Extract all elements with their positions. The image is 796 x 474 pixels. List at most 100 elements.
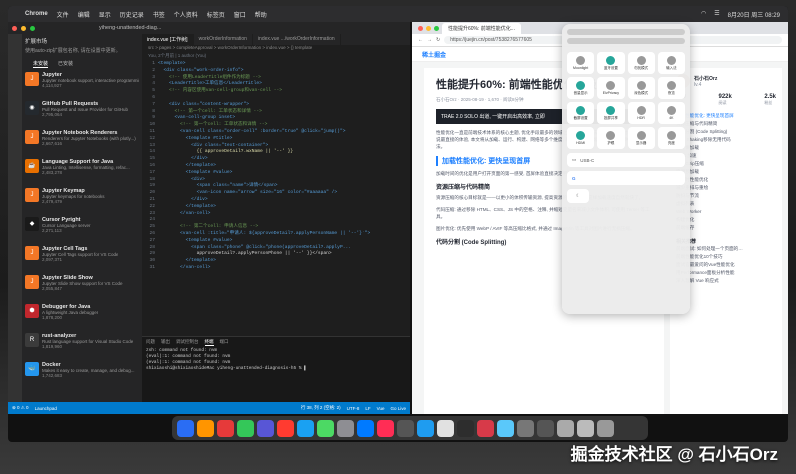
dock-app-icon[interactable] xyxy=(277,419,294,437)
status-language[interactable]: Vue xyxy=(377,406,385,411)
toc-item[interactable]: 资源预加载 xyxy=(676,168,776,176)
dock-app-icon[interactable] xyxy=(197,419,214,437)
list-item[interactable]: 🐳 Docker Makes it easy to create, manage, … xyxy=(25,361,139,386)
close-window-button[interactable] xyxy=(12,25,17,31)
toc-item[interactable]: Web Worker xyxy=(676,208,776,216)
control-tile[interactable]: 音量显示 xyxy=(567,77,595,99)
control-tile[interactable]: 4K xyxy=(657,102,685,124)
list-item[interactable]: ◆ Cursor Pyright Cursor Language server 2,2… xyxy=(25,216,139,241)
dock-app-icon[interactable] xyxy=(457,419,474,437)
panel-tab-ports[interactable]: 端口 xyxy=(220,339,229,346)
list-item[interactable]: ◉ GitHub Pull Requests Pull Request and Is… xyxy=(25,100,139,125)
menu-edit[interactable]: 编辑 xyxy=(78,10,90,19)
dock-app-icon[interactable] xyxy=(557,419,574,437)
toc-item[interactable]: 开启Gzip压缩 xyxy=(676,160,776,168)
dock-app-icon[interactable] xyxy=(217,419,234,437)
status-go-live[interactable]: Go Live xyxy=(390,406,410,411)
toc-item[interactable]: 虚拟列表 xyxy=(676,200,776,208)
author-name[interactable]: 石小石Orz xyxy=(694,75,717,82)
menu-tabs[interactable]: 标签页 xyxy=(207,10,225,19)
control-tile[interactable]: 输入法 xyxy=(657,52,685,74)
toc-item[interactable]: Tree Shaking移除无用代码 xyxy=(676,136,776,144)
status-problems[interactable]: ⊗ 0 ⚠ 0 xyxy=(12,405,29,411)
dock-app-icon[interactable] xyxy=(317,419,334,437)
list-item[interactable]: J Jupyter Keymap Jupyter keymaps for noteb… xyxy=(25,187,139,212)
dock-app-icon[interactable] xyxy=(577,419,594,437)
menu-app-name[interactable]: Chrome xyxy=(25,11,48,17)
list-item[interactable]: J Jupyter Cell Tags Jupyter Cell Tags supp… xyxy=(25,245,139,270)
status-eol[interactable]: LF xyxy=(365,406,370,411)
menu-view[interactable]: 显示 xyxy=(99,10,111,19)
search-row[interactable]: G xyxy=(567,171,685,185)
toc-item[interactable]: 加载性能优化: 更快呈现首屏 xyxy=(676,112,776,120)
list-item[interactable]: J Jupyter Jupyter notebook support, intera… xyxy=(25,71,139,96)
editor-tab[interactable]: index.vue [工作树] xyxy=(142,34,194,45)
zoom-window-button[interactable] xyxy=(30,25,35,31)
dock-app-icon[interactable] xyxy=(597,419,614,437)
toc-item[interactable]: 图片懒加载 xyxy=(676,144,776,152)
toc-item[interactable]: 减少重排与重绘 xyxy=(676,184,776,192)
list-item[interactable]: ⬢ Debugger for Java A lightweight Java deb… xyxy=(25,303,139,328)
menu-bookmarks[interactable]: 书签 xyxy=(153,10,165,19)
dock-app-icon[interactable] xyxy=(357,419,374,437)
browser-tab[interactable]: 性能提升60%: 前端性能优化... xyxy=(442,22,521,34)
related-item[interactable]: 前端面试: 如何处理一个页面的… xyxy=(676,245,776,253)
menu-window[interactable]: 窗口 xyxy=(234,10,246,19)
control-tile[interactable]: 亮度 xyxy=(657,127,685,149)
browser-minimize-button[interactable] xyxy=(426,25,431,31)
dock-app-icon[interactable] xyxy=(437,419,454,437)
list-item[interactable]: ☕ Language Support for Java Java Linting, … xyxy=(25,158,139,183)
control-tile[interactable]: 勿扰模式 xyxy=(627,52,655,74)
minimize-window-button[interactable] xyxy=(21,25,26,31)
forward-icon[interactable]: → xyxy=(427,37,432,43)
menu-help[interactable]: 帮助 xyxy=(255,10,267,19)
dock-app-icon[interactable] xyxy=(337,419,354,437)
panel-tab-output[interactable]: 输出 xyxy=(161,339,170,346)
control-tile[interactable]: 截屏设置 xyxy=(567,102,595,124)
editor-tab[interactable]: workOrderInformation xyxy=(194,34,253,45)
panel-tab-terminal[interactable]: 终端 xyxy=(204,339,214,346)
control-tile[interactable]: 夜览 xyxy=(657,77,685,99)
moon-button[interactable]: ☾ xyxy=(567,189,589,203)
dock-app-icon[interactable] xyxy=(537,419,554,437)
status-encoding[interactable]: UTF-8 xyxy=(347,406,360,411)
author-card[interactable]: 石小石Orz lv.4 xyxy=(676,74,776,88)
site-logo[interactable]: 稀土掘金 xyxy=(422,50,446,59)
control-tile[interactable]: Moonlight xyxy=(567,52,595,74)
tab-not-installed[interactable]: 未安装 xyxy=(33,60,49,68)
control-tile[interactable]: 深色模式 xyxy=(627,77,655,99)
tab-installed[interactable]: 已安装 xyxy=(58,60,73,68)
toc-item[interactable]: 防抖与节流 xyxy=(676,192,776,200)
control-center-icon[interactable]: ☰ xyxy=(714,10,719,19)
volume-slider[interactable] xyxy=(567,38,685,44)
toc-item[interactable]: 构建优化 xyxy=(676,216,776,224)
list-item[interactable]: J Jupyter Notebook Renderers Renderers for… xyxy=(25,129,139,154)
control-tile[interactable]: HDMI xyxy=(567,127,595,149)
dock-app-icon[interactable] xyxy=(517,419,534,437)
toc-item[interactable]: CDN 加速 xyxy=(676,152,776,160)
dock-app-icon[interactable] xyxy=(477,419,494,437)
dock-app-icon[interactable] xyxy=(397,419,414,437)
toc-item[interactable]: 前端缓存 xyxy=(676,224,776,232)
dock-app-icon[interactable] xyxy=(297,419,314,437)
control-tile[interactable]: 护眼 xyxy=(597,127,625,149)
toc-item[interactable]: 代码分割 (Code Splitting) xyxy=(676,128,776,136)
menu-profile[interactable]: 个人资料 xyxy=(174,10,198,19)
output-selector[interactable]: ▭ USB-C xyxy=(567,153,685,167)
clock[interactable]: 8月20日 周三 08:29 xyxy=(728,10,780,19)
dock-app-icon[interactable] xyxy=(417,419,434,437)
control-tile[interactable]: HDR xyxy=(627,102,655,124)
panel-tab-problems[interactable]: 问题 xyxy=(146,339,155,346)
related-item[interactable]: 深入理解 Vue 响应式 xyxy=(676,277,776,285)
status-cursor-pos[interactable]: 行 38, 列 2 (空格: 2) xyxy=(301,405,341,411)
related-item[interactable]: 用Performance面板分析性能 xyxy=(676,269,776,277)
list-item[interactable]: Rrust-analyzer Rust language support for … xyxy=(25,332,139,357)
toc-item[interactable]: 运行时性能优化 xyxy=(676,176,776,184)
related-item[interactable]: 面试官最爱问的Vue性能优化 xyxy=(676,261,776,269)
control-tile[interactable]: 蓝牙设置 xyxy=(597,52,625,74)
control-tile[interactable]: 显示器 xyxy=(627,127,655,149)
toc-item[interactable]: 资源压缩与代码精简 xyxy=(676,120,776,128)
reload-icon[interactable]: ↻ xyxy=(436,37,440,43)
dock-app-icon[interactable] xyxy=(497,419,514,437)
status-launchpad[interactable]: Launchpad xyxy=(35,406,57,411)
